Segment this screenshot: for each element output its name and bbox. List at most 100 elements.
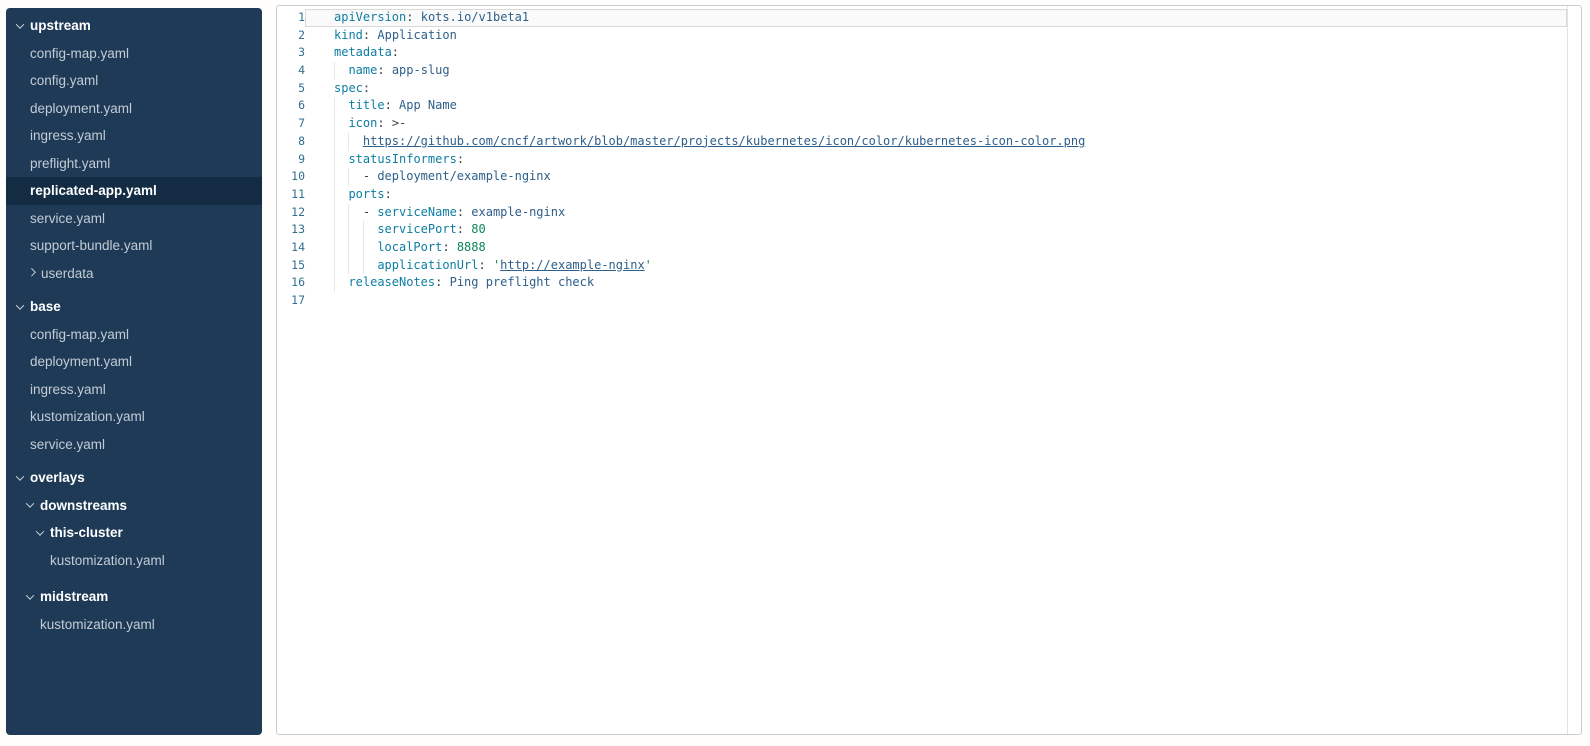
line-content: name: app-slug [305,62,1567,80]
code-token-punct: : [392,45,399,59]
tree-file-deployment.yaml[interactable]: deployment.yaml [6,95,262,123]
code-line-5[interactable]: 5spec: [277,80,1581,98]
code-token-val: app-slug [392,63,450,77]
tree-dir-downstreams[interactable]: downstreams [6,492,262,520]
code-token-punct: - [363,169,377,183]
tree-file-replicated-app.yaml[interactable]: replicated-app.yaml [6,177,262,205]
code-token-plain [385,63,392,77]
line-content: servicePort: 80 [305,221,1567,239]
tree-dir-upstream[interactable]: upstream [6,12,262,40]
code-token-plain [442,275,449,289]
code-token-punct: : [442,240,449,254]
tree-file-ingress.yaml[interactable]: ingress.yaml [6,122,262,150]
tree-item-label: config-map.yaml [30,327,129,342]
chevron-down-icon [16,472,24,480]
code-line-10[interactable]: 10- deployment/example-nginx [277,168,1581,186]
indent-guide [348,221,362,239]
code-token-punct: : [457,222,464,236]
code-line-12[interactable]: 12- serviceName: example-nginx [277,204,1581,222]
tree-item-label: ingress.yaml [30,382,106,397]
tree-file-kustomization.yaml[interactable]: kustomization.yaml [6,611,262,639]
tree-dir-base[interactable]: base [6,293,262,321]
code-token-key: title [348,98,384,112]
line-content: apiVersion: kots.io/v1beta1 [305,9,1567,27]
tree-file-config-map.yaml[interactable]: config-map.yaml [6,321,262,349]
line-content: https://github.com/cncf/artwork/blob/mas… [305,133,1567,151]
code-line-11[interactable]: 11ports: [277,186,1581,204]
tree-item-label: base [30,299,61,314]
tree-item-label: userdata [41,266,94,281]
tree-dir-this-cluster[interactable]: this-cluster [6,519,262,547]
indent-guide [334,221,348,239]
code-line-15[interactable]: 15applicationUrl: 'http://example-nginx' [277,257,1581,275]
code-line-9[interactable]: 9statusInformers: [277,151,1581,169]
code-line-16[interactable]: 16releaseNotes: Ping preflight check [277,274,1581,292]
tree-dir-userdata[interactable]: userdata [6,260,262,288]
tree-dir-overlays[interactable]: overlays [6,464,262,492]
code-link[interactable]: https://github.com/cncf/artwork/blob/mas… [363,134,1085,148]
code-line-1[interactable]: 1apiVersion: kots.io/v1beta1 [277,9,1581,27]
file-tree-sidebar: upstreamconfig-map.yamlconfig.yamldeploy… [6,8,262,735]
code-token-key: ports [348,187,384,201]
tree-file-support-bundle.yaml[interactable]: support-bundle.yaml [6,232,262,260]
code-token-key: servicePort [377,222,456,236]
tree-file-kustomization.yaml[interactable]: kustomization.yaml [6,403,262,431]
code-line-17[interactable]: 17 [277,292,1581,310]
code-token-str: ' [645,258,652,272]
code-line-6[interactable]: 6title: App Name [277,97,1581,115]
tree-file-config.yaml[interactable]: config.yaml [6,67,262,95]
line-number: 16 [277,274,305,292]
line-number: 14 [277,239,305,257]
chevron-down-icon [16,20,24,28]
tree-file-ingress.yaml[interactable]: ingress.yaml [6,376,262,404]
indent-guide [348,257,362,275]
tree-item-label: kustomization.yaml [50,553,165,568]
line-content: title: App Name [305,97,1567,115]
line-number: 6 [277,97,305,115]
line-content: localPort: 8888 [305,239,1567,257]
line-number: 8 [277,133,305,151]
code-token-key: apiVersion [334,10,406,24]
code-token-val: example-nginx [471,205,565,219]
code-token-punct: : [457,152,464,166]
code-link[interactable]: http://example-nginx [500,258,645,272]
line-content: applicationUrl: 'http://example-nginx' [305,257,1567,275]
code-token-key: kind [334,28,363,42]
code-editor[interactable]: 1apiVersion: kots.io/v1beta12kind: Appli… [276,5,1582,735]
chevron-down-icon [26,591,34,599]
code-line-3[interactable]: 3metadata: [277,44,1581,62]
line-number: 7 [277,115,305,133]
code-line-8[interactable]: 8 https://github.com/cncf/artwork/blob/ma… [277,133,1581,151]
code-token-plain [450,240,457,254]
editor-vertical-scrollbar[interactable] [1567,6,1568,734]
code-line-4[interactable]: 4name: app-slug [277,62,1581,80]
code-token-key: name [348,63,377,77]
code-token-key: icon [348,116,377,130]
tree-file-kustomization.yaml[interactable]: kustomization.yaml [6,547,262,575]
code-line-7[interactable]: 7icon: >- [277,115,1581,133]
tree-item-label: config-map.yaml [30,46,129,61]
code-token-key: metadata [334,45,392,59]
indent-guide [363,257,377,275]
line-number: 4 [277,62,305,80]
tree-file-service.yaml[interactable]: service.yaml [6,431,262,459]
tree-item-label: preflight.yaml [30,156,110,171]
code-line-14[interactable]: 14localPort: 8888 [277,239,1581,257]
code-line-2[interactable]: 2kind: Application [277,27,1581,45]
code-token-val: Application [377,28,456,42]
tree-item-label: deployment.yaml [30,354,132,369]
code-line-13[interactable]: 13servicePort: 80 [277,221,1581,239]
tree-file-deployment.yaml[interactable]: deployment.yaml [6,348,262,376]
chevron-down-icon [36,527,44,535]
tree-dir-midstream[interactable]: midstream [6,583,262,611]
tree-file-config-map.yaml[interactable]: config-map.yaml [6,40,262,68]
chevron-right-icon [27,268,35,276]
tree-file-service.yaml[interactable]: service.yaml [6,205,262,233]
line-content: kind: Application [305,27,1567,45]
tree-item-label: kustomization.yaml [30,409,145,424]
tree-file-preflight.yaml[interactable]: preflight.yaml [6,150,262,178]
tree-item-label: upstream [30,18,91,33]
tree-item-label: replicated-app.yaml [30,183,157,198]
code-token-val: kots.io/v1beta1 [421,10,529,24]
indent-guide [334,274,348,292]
